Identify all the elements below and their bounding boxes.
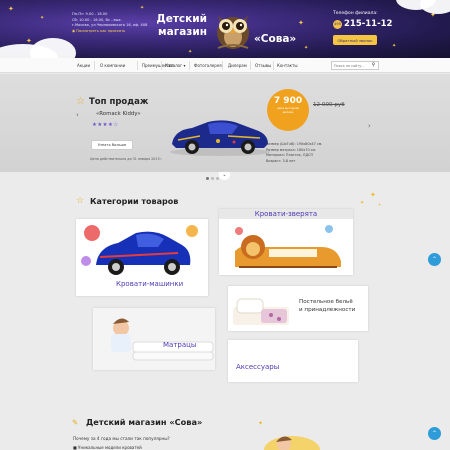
category-card-bedding[interactable]: Постельное бельё и принадлежности bbox=[228, 286, 368, 331]
callback-button[interactable]: Обратный звонок bbox=[333, 35, 377, 45]
category-card-accessories[interactable]: Аксессуары bbox=[228, 340, 358, 382]
store-info: Пн-Пт: 9.00 - 18.00 Сб: 10.00 - 16.00, В… bbox=[72, 12, 154, 34]
slider-dot[interactable] bbox=[206, 177, 209, 180]
price-new: 7 900 bbox=[273, 96, 303, 106]
nav-divider bbox=[222, 61, 223, 70]
logo-text[interactable]: Детский магазин bbox=[151, 13, 207, 39]
site-header: ✦ ✦ ✦ ✦ ✦ ✦ ✦ ✦ ✦ Пн-Пт: 9.00 - 18.00 Сб… bbox=[0, 0, 450, 58]
category-card-beasts[interactable]: Кровати-зверята bbox=[219, 209, 353, 275]
star-icon: ✦ bbox=[360, 200, 365, 206]
hero-title: Топ продаж bbox=[89, 97, 149, 107]
categories-title: Категории товаров bbox=[90, 197, 179, 206]
hero-product-name: «Romack Kiddy» bbox=[96, 111, 141, 117]
nav-divider bbox=[273, 61, 274, 70]
rating-stars: ★★★★☆ bbox=[92, 122, 119, 128]
owl-logo-icon[interactable] bbox=[212, 6, 254, 50]
logo-line-2: магазин bbox=[158, 26, 207, 38]
animal-bed-image bbox=[235, 225, 341, 268]
bedding-image bbox=[233, 298, 289, 325]
scroll-up-button[interactable]: ⌃ bbox=[428, 427, 441, 440]
car-bed-image bbox=[81, 225, 198, 275]
mattress-image bbox=[93, 308, 215, 370]
about-point: ■ Уникальные модели кроватей bbox=[73, 445, 142, 450]
pin-icon: ◉ bbox=[72, 28, 76, 33]
nav-item-dealers[interactable]: Дилерам bbox=[228, 58, 247, 73]
category-label-accessories: Аксессуары bbox=[236, 363, 280, 371]
about-question: Почему за 4 года мы стали так популярны? bbox=[73, 436, 170, 441]
sleeping-child-image bbox=[264, 436, 320, 450]
star-icon: ✦ bbox=[392, 43, 397, 49]
star-icon: ✦ bbox=[188, 49, 193, 55]
star-icon: ✦ bbox=[40, 15, 45, 21]
product-specs: Размер (ШхГхВ): 190х80х47 см. Размер мат… bbox=[266, 142, 322, 164]
slider-dot[interactable] bbox=[216, 177, 219, 180]
phone-code-badge: 495 bbox=[333, 20, 342, 29]
nav-divider bbox=[189, 61, 190, 70]
star-outline-icon: ☆ bbox=[76, 196, 85, 206]
nav-item-catalog[interactable]: Каталог ▾ bbox=[165, 58, 185, 73]
star-icon: ✦ bbox=[304, 45, 309, 51]
logo-name: «Сова» bbox=[254, 33, 297, 45]
map-link[interactable]: ◉ Посмотреть как проехать bbox=[72, 29, 154, 35]
price-note-2: дилера bbox=[282, 110, 294, 115]
category-card-mattresses[interactable]: Матрацы bbox=[93, 308, 215, 370]
nav-item-gallery[interactable]: Фотогалерея bbox=[194, 58, 222, 73]
slider-next-arrow[interactable]: › bbox=[368, 122, 371, 130]
phone-number[interactable]: 215-11-12 bbox=[344, 19, 392, 29]
learn-more-button[interactable]: Узнать больше bbox=[91, 140, 133, 150]
bedding-line-1: Постельное бельё bbox=[299, 299, 353, 305]
price-old: 12 000 руб bbox=[313, 102, 345, 108]
star-icon: ✦ bbox=[140, 5, 145, 11]
category-card-cars[interactable]: Кровати-машинки bbox=[76, 219, 208, 296]
spec-size: Размер (ШхГхВ): 190х80х47 см. bbox=[266, 142, 323, 146]
car-bed-image bbox=[170, 120, 270, 156]
nav-item-contacts[interactable]: Контакты bbox=[277, 58, 298, 73]
cloud-decoration bbox=[420, 0, 450, 14]
product-rating: ★★★★☆ bbox=[92, 122, 119, 128]
star-icon: ✦ bbox=[370, 191, 376, 199]
slider-prev-arrow[interactable]: ‹ bbox=[76, 111, 79, 119]
category-label-beasts: Кровати-зверята bbox=[219, 209, 353, 219]
phone-label: Телефон филиала: bbox=[333, 11, 378, 16]
about-title: Детский магазин «Сова» bbox=[86, 417, 203, 427]
star-outline-icon: ☆ bbox=[76, 96, 85, 107]
scroll-down-arrow[interactable]: ⌄ bbox=[219, 172, 230, 180]
map-link-label: Посмотреть как проехать bbox=[76, 28, 126, 33]
logo-line-1: Детский bbox=[156, 13, 207, 25]
main-nav: Акции О компании Преимущества Каталог ▾ … bbox=[0, 58, 450, 73]
nav-divider bbox=[137, 61, 138, 70]
nav-item-sales[interactable]: Акции bbox=[77, 58, 90, 73]
category-label-cars: Кровати-машинки bbox=[116, 280, 184, 288]
star-icon: ✦ bbox=[8, 5, 14, 13]
category-label-bedding: Постельное бельё и принадлежности bbox=[299, 298, 355, 314]
nav-divider bbox=[161, 61, 162, 70]
nav-item-about[interactable]: О компании bbox=[100, 58, 125, 73]
star-icon: ✦ bbox=[378, 202, 382, 207]
nav-item-reviews[interactable]: Отзывы bbox=[255, 58, 271, 73]
slider-dot[interactable] bbox=[211, 177, 214, 180]
spec-age: Возраст: 3-8 лет bbox=[266, 158, 296, 163]
promo-text: Цена действительна до 31 января 2017г. bbox=[90, 157, 163, 161]
bedding-line-2: и принадлежности bbox=[299, 307, 356, 313]
feather-icon: ✎ bbox=[72, 418, 79, 427]
category-label-mattresses: Матрацы bbox=[163, 341, 197, 349]
nav-divider bbox=[250, 61, 251, 70]
price-badge: 7 900 цена выгоднее дилера bbox=[267, 89, 309, 131]
star-icon: ✦ bbox=[258, 420, 264, 427]
search-icon[interactable]: ⚲ bbox=[369, 61, 378, 70]
star-icon: ✦ bbox=[298, 19, 304, 27]
nav-divider bbox=[94, 61, 95, 70]
scroll-up-button[interactable]: ⌃ bbox=[428, 253, 441, 266]
cloud-decoration bbox=[30, 38, 76, 58]
